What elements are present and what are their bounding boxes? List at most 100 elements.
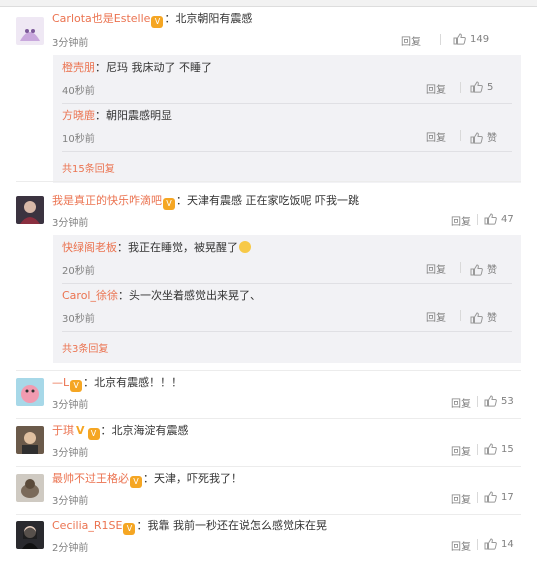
thumbs-up-icon bbox=[484, 538, 497, 550]
comment-author[interactable]: 于琪 bbox=[52, 424, 74, 437]
comment-author[interactable]: 我是真正的快乐咋滴吧 bbox=[52, 194, 162, 207]
reply-button[interactable]: 回复 bbox=[451, 213, 471, 228]
like-button[interactable]: 53 bbox=[484, 395, 514, 407]
comment-actions: 回复 53 bbox=[451, 395, 521, 410]
like-button[interactable]: 赞 bbox=[470, 129, 497, 144]
comment-text: ：北京有震感！！！ bbox=[83, 376, 183, 389]
thumbs-up-icon bbox=[470, 264, 483, 276]
reply-actions: 回复 5 bbox=[426, 81, 511, 96]
reply-button[interactable]: 回复 bbox=[451, 491, 471, 506]
comment-item: 我是真正的快乐咋滴吧：天津有震感 正在家吃饭呢 吓我一跳 3分钟前 回复 47 … bbox=[0, 182, 537, 363]
comment-time: 3分钟前 bbox=[52, 400, 89, 411]
action-separator bbox=[460, 82, 461, 93]
like-count: 赞 bbox=[487, 133, 497, 144]
verified-badge-icon bbox=[70, 380, 83, 392]
like-button[interactable]: 149 bbox=[453, 33, 489, 45]
reply-button[interactable]: 回复 bbox=[401, 33, 421, 48]
comment-actions: 回复 17 bbox=[451, 491, 521, 506]
avatar[interactable] bbox=[16, 378, 44, 406]
comment-time: 3分钟前 bbox=[52, 496, 89, 507]
reply-item: 快绿阁老板：我正在睡觉，被晃醒了 20秒前 回复 赞 bbox=[53, 235, 521, 283]
comment-text: ：天津，吓死我了！ bbox=[143, 472, 242, 485]
like-count: 53 bbox=[501, 396, 514, 407]
comment-author[interactable]: 最帅不过王格必 bbox=[52, 472, 129, 485]
reply-actions: 回复 赞 bbox=[426, 309, 511, 324]
reply-box: 快绿阁老板：我正在睡觉，被晃醒了 20秒前 回复 赞 Carol_徐徐：头一次坐… bbox=[53, 235, 521, 363]
reply-item: Carol_徐徐：头一次坐着感觉出来晃了、 30秒前 回复 赞 bbox=[53, 283, 521, 331]
action-separator bbox=[460, 262, 461, 273]
comment-author[interactable]: —L bbox=[52, 376, 69, 389]
reply-actions: 回复 赞 bbox=[426, 261, 511, 276]
like-button[interactable]: 赞 bbox=[470, 261, 497, 276]
avatar[interactable] bbox=[16, 521, 44, 549]
reply-author[interactable]: Carol_徐徐 bbox=[62, 289, 118, 302]
comment-author[interactable]: Cecilia_R1SE bbox=[52, 519, 122, 532]
reply-button[interactable]: 回复 bbox=[451, 538, 471, 553]
action-separator bbox=[477, 444, 478, 455]
comment-text: ：北京海淀有震感 bbox=[100, 424, 189, 437]
reply-time: 40秒前 bbox=[62, 86, 95, 97]
reply-button[interactable]: 回复 bbox=[426, 129, 446, 144]
like-count: 15 bbox=[501, 444, 514, 455]
comment-time: 3分钟前 bbox=[52, 448, 89, 459]
reply-button[interactable]: 回复 bbox=[426, 81, 446, 96]
comment-item: —L ：北京有震感！！！ 3分钟前 回复 53 bbox=[0, 371, 537, 419]
view-more-replies-link[interactable]: 共15条回复 bbox=[62, 160, 115, 175]
avatar[interactable] bbox=[16, 426, 44, 454]
verified-badge-icon bbox=[87, 428, 100, 440]
like-count: 5 bbox=[487, 82, 494, 93]
action-separator bbox=[460, 130, 461, 141]
verified-badge-icon bbox=[163, 198, 175, 210]
like-button[interactable]: 15 bbox=[484, 443, 514, 455]
thumbs-up-icon bbox=[470, 132, 483, 144]
action-separator bbox=[477, 396, 478, 407]
comment-item: Cecilia_R1SE ：我靠 我前一秒还在说怎么感觉床在晃 2分钟前 回复 1… bbox=[0, 515, 537, 562]
avatar[interactable] bbox=[16, 474, 44, 502]
comment-time: 2分钟前 bbox=[52, 543, 89, 554]
reply-text: ：我正在睡觉，被晃醒了 bbox=[117, 241, 238, 254]
avatar[interactable] bbox=[16, 17, 44, 45]
action-separator bbox=[440, 34, 441, 45]
reply-button[interactable]: 回复 bbox=[451, 395, 471, 410]
like-button[interactable]: 14 bbox=[484, 538, 514, 550]
reply-author[interactable]: 橙壳朋 bbox=[62, 61, 95, 74]
reply-button[interactable]: 回复 bbox=[426, 309, 446, 324]
vip-crown-icon: V bbox=[76, 424, 85, 437]
reply-time: 20秒前 bbox=[62, 266, 95, 277]
thumbs-up-icon bbox=[484, 443, 497, 455]
reply-button[interactable]: 回复 bbox=[451, 443, 471, 458]
comment-actions: 回复 149 bbox=[401, 33, 521, 48]
reply-button[interactable]: 回复 bbox=[426, 261, 446, 276]
like-button[interactable]: 17 bbox=[484, 491, 514, 503]
comment-item: 于琪V ：北京海淀有震感 3分钟前 回复 15 bbox=[0, 419, 537, 467]
like-button[interactable]: 赞 bbox=[470, 309, 497, 324]
comment-item: Carlota也是Estelle ：北京朝阳有震感 3分钟前 回复 149 橙壳朋… bbox=[0, 6, 537, 183]
comment-author[interactable]: Carlota也是Estelle bbox=[52, 12, 150, 25]
comment-actions: 回复 47 bbox=[451, 213, 521, 228]
action-separator bbox=[477, 539, 478, 550]
avatar[interactable] bbox=[16, 196, 44, 224]
like-count: 14 bbox=[501, 539, 514, 550]
thumbs-up-icon bbox=[470, 81, 483, 93]
reply-box: 橙壳朋：尼玛 我床动了 不睡了 40秒前 回复 5 方晓鹿：朝阳震感明显 10秒… bbox=[53, 55, 521, 183]
verified-badge-icon bbox=[151, 16, 164, 28]
comment-time: 3分钟前 bbox=[52, 218, 89, 229]
like-count: 149 bbox=[470, 34, 490, 45]
reply-divider bbox=[62, 151, 512, 152]
thumbs-up-icon bbox=[470, 312, 483, 324]
reply-author[interactable]: 方晓鹿 bbox=[62, 109, 95, 122]
reply-time: 10秒前 bbox=[62, 134, 95, 145]
reply-text: ：尼玛 我床动了 不睡了 bbox=[95, 61, 212, 74]
view-more-replies-link[interactable]: 共3条回复 bbox=[62, 340, 108, 355]
sleepy-face-emoji-icon bbox=[239, 241, 251, 253]
reply-item: 橙壳朋：尼玛 我床动了 不睡了 40秒前 回复 5 bbox=[53, 55, 521, 103]
action-separator bbox=[477, 492, 478, 503]
like-button[interactable]: 5 bbox=[470, 81, 493, 93]
reply-text: ：头一次坐着感觉出来晃了、 bbox=[118, 289, 261, 302]
comment-actions: 回复 14 bbox=[451, 538, 521, 553]
like-button[interactable]: 47 bbox=[484, 213, 514, 225]
verified-badge-icon bbox=[123, 523, 136, 535]
reply-divider bbox=[62, 331, 512, 332]
reply-text: ：朝阳震感明显 bbox=[95, 109, 172, 122]
reply-author[interactable]: 快绿阁老板 bbox=[62, 241, 117, 254]
